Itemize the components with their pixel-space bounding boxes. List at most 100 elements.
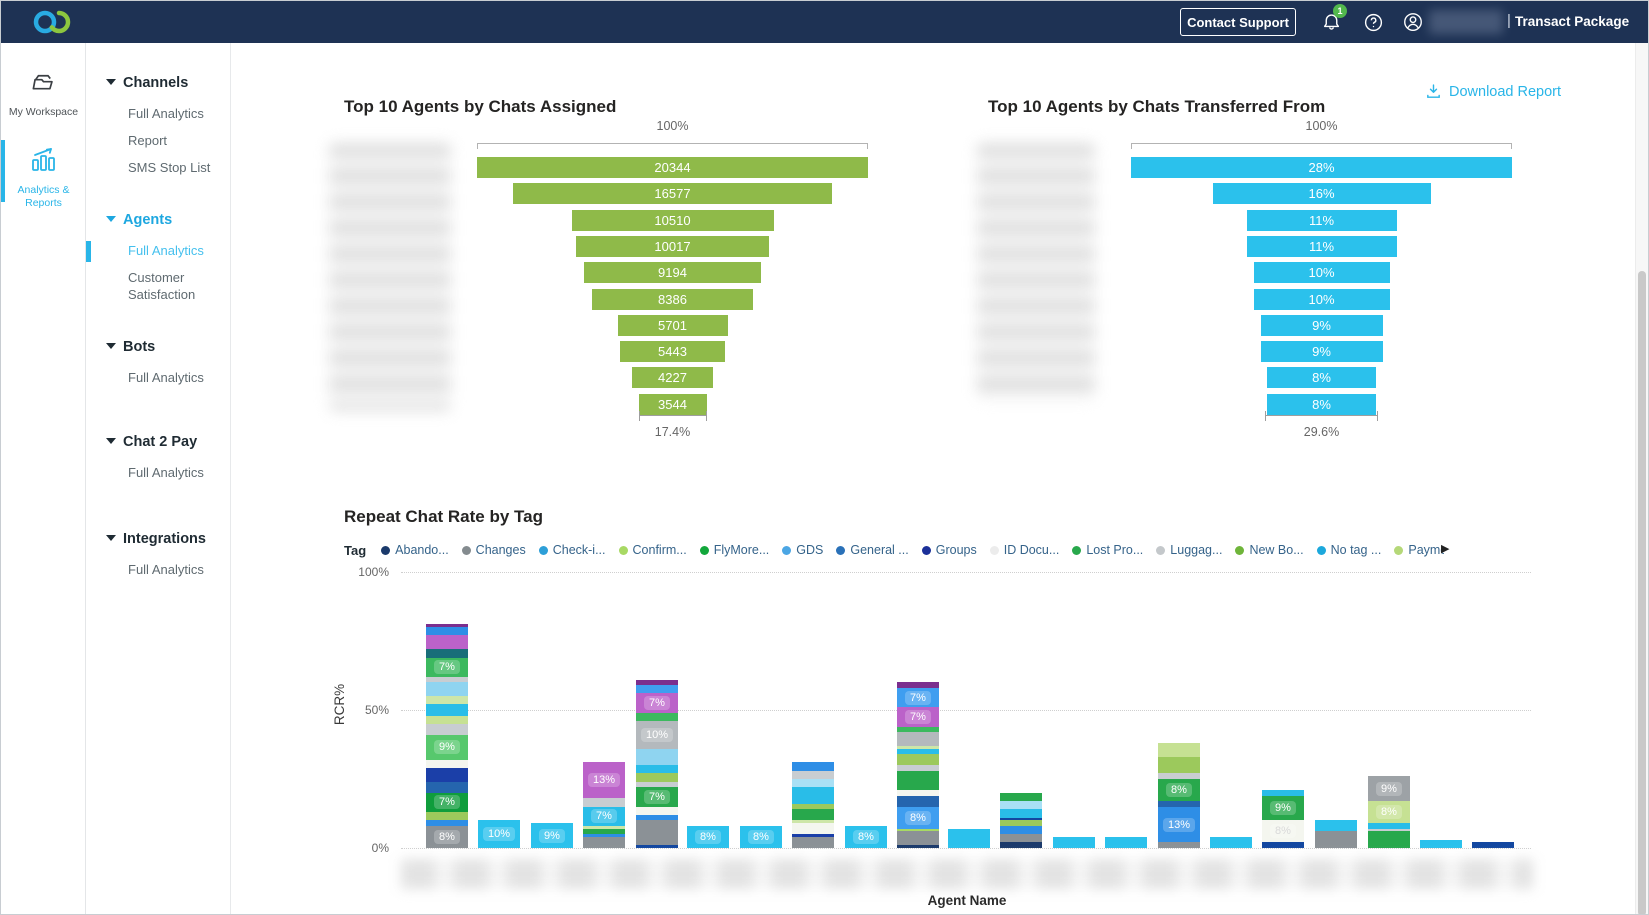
bar-segment[interactable] — [636, 807, 678, 815]
sidebar-section-chat-2-pay[interactable]: Chat 2 Pay — [86, 434, 230, 454]
bar-segment[interactable] — [1368, 831, 1410, 848]
funnel-bar[interactable]: 8386 — [592, 289, 753, 310]
bar-segment[interactable] — [792, 820, 834, 823]
bar-segment[interactable] — [1315, 820, 1357, 831]
bar-segment[interactable] — [897, 754, 939, 765]
bar-segment[interactable] — [1105, 837, 1147, 848]
legend-next-page-icon[interactable]: ▶ — [1441, 542, 1449, 555]
bar-segment[interactable] — [426, 724, 468, 735]
bar-segment[interactable] — [897, 796, 939, 807]
help-icon[interactable] — [1361, 10, 1385, 34]
legend-item-gds[interactable]: GDS — [782, 543, 823, 557]
bar-segment[interactable] — [1158, 757, 1200, 774]
bar-segment[interactable] — [897, 845, 939, 848]
sidebar-item-customer-satisfaction[interactable]: Customer Satisfaction — [86, 269, 230, 303]
funnel-bar[interactable]: 4227 — [632, 367, 713, 388]
bar-segment[interactable] — [897, 727, 939, 733]
bar-segment[interactable] — [426, 716, 468, 724]
sidebar-section-bots[interactable]: Bots — [86, 339, 230, 359]
sidebar-item-full-analytics[interactable]: Full Analytics — [86, 464, 230, 481]
bar-segment[interactable]: 7% — [897, 707, 939, 726]
nav-analytics-reports[interactable]: Analytics & Reports — [1, 146, 86, 210]
bar-segment[interactable]: 8% — [740, 826, 782, 848]
bar-segment[interactable] — [426, 635, 468, 649]
funnel-bar[interactable]: 11% — [1247, 236, 1397, 257]
legend-item-confirm-[interactable]: Confirm... — [619, 543, 687, 557]
bar-segment[interactable] — [426, 768, 468, 782]
bar-segment[interactable] — [792, 823, 834, 834]
funnel-bar[interactable]: 10% — [1254, 289, 1390, 310]
bar-segment[interactable] — [426, 624, 468, 627]
bar-segment[interactable]: 7% — [897, 688, 939, 707]
contact-support-button[interactable]: Contact Support — [1180, 8, 1296, 36]
bar-segment[interactable] — [1158, 801, 1200, 807]
bar-segment[interactable] — [1262, 842, 1304, 848]
bar-segment[interactable] — [1000, 826, 1042, 834]
bar-segment[interactable]: 8% — [845, 826, 887, 848]
bar-segment[interactable] — [897, 732, 939, 746]
scrollbar-thumb[interactable] — [1638, 271, 1646, 915]
bar-segment[interactable] — [636, 820, 678, 845]
bar-segment[interactable] — [1000, 842, 1042, 848]
bar-segment[interactable] — [897, 749, 939, 755]
bar-segment[interactable] — [426, 696, 468, 704]
bar-segment[interactable] — [426, 627, 468, 635]
funnel-bar[interactable]: 9% — [1261, 341, 1383, 362]
bar-segment[interactable] — [1158, 743, 1200, 757]
bar-segment[interactable] — [583, 837, 625, 848]
sidebar-section-channels[interactable]: Channels — [86, 75, 230, 95]
bar-segment[interactable] — [636, 713, 678, 721]
legend-item-abando-[interactable]: Abando... — [381, 543, 449, 557]
sidebar-item-full-analytics[interactable]: Full Analytics — [86, 561, 230, 578]
bar-segment[interactable] — [1472, 842, 1514, 848]
sidebar-section-agents[interactable]: Agents — [86, 212, 230, 232]
legend-item-lost-pro-[interactable]: Lost Pro... — [1072, 543, 1143, 557]
bar-segment[interactable]: 8% — [897, 807, 939, 829]
bar-segment[interactable] — [792, 787, 834, 804]
bar-segment[interactable] — [1315, 831, 1357, 848]
bar-segment[interactable] — [897, 771, 939, 790]
bar-segment[interactable] — [1210, 837, 1252, 848]
bar-segment[interactable] — [1000, 793, 1042, 801]
sidebar-item-report[interactable]: Report — [86, 132, 230, 149]
bar-segment[interactable] — [1158, 773, 1200, 779]
bar-segment[interactable] — [636, 765, 678, 773]
bar-segment[interactable] — [583, 829, 625, 835]
bar-segment[interactable] — [426, 677, 468, 683]
funnel-bar[interactable]: 8% — [1267, 367, 1376, 388]
bar-segment[interactable] — [1000, 818, 1042, 821]
bar-segment[interactable] — [1368, 823, 1410, 829]
legend-item-flymore-[interactable]: FlyMore... — [700, 543, 770, 557]
bar-segment[interactable] — [948, 829, 990, 848]
bar-segment[interactable] — [426, 704, 468, 715]
bar-segment[interactable]: 8% — [1158, 779, 1200, 801]
bar-segment[interactable] — [426, 760, 468, 768]
bar-segment[interactable]: 8% — [687, 826, 729, 848]
bar-segment[interactable] — [1000, 809, 1042, 817]
bar-segment[interactable] — [792, 771, 834, 779]
bar-segment[interactable] — [1000, 801, 1042, 809]
bar-segment[interactable] — [636, 782, 678, 788]
bar-segment[interactable] — [792, 834, 834, 837]
sidebar-item-sms-stop-list[interactable]: SMS Stop List — [86, 159, 230, 176]
funnel-bar[interactable]: 11% — [1247, 210, 1397, 231]
bar-segment[interactable] — [426, 649, 468, 657]
bar-segment[interactable] — [1000, 820, 1042, 826]
bar-segment[interactable] — [792, 837, 834, 848]
bar-segment[interactable] — [897, 831, 939, 845]
funnel-bar[interactable]: 10017 — [576, 236, 769, 257]
bar-segment[interactable]: 9% — [426, 735, 468, 760]
bar-segment[interactable] — [636, 749, 678, 766]
funnel-bar[interactable]: 16% — [1213, 183, 1431, 204]
sidebar-item-full-analytics[interactable]: Full Analytics — [86, 369, 230, 386]
bar-segment[interactable] — [426, 782, 468, 793]
bar-segment[interactable] — [636, 815, 678, 821]
vertical-scrollbar[interactable] — [1635, 43, 1648, 915]
funnel-bar[interactable]: 9194 — [584, 262, 761, 283]
bar-segment[interactable]: 10% — [478, 820, 520, 848]
bar-segment[interactable] — [792, 804, 834, 810]
bar-segment[interactable] — [636, 845, 678, 848]
funnel-bar[interactable]: 10% — [1254, 262, 1390, 283]
nav-my-workspace[interactable]: My Workspace — [1, 69, 86, 119]
bar-segment[interactable]: 8% — [1262, 820, 1304, 842]
